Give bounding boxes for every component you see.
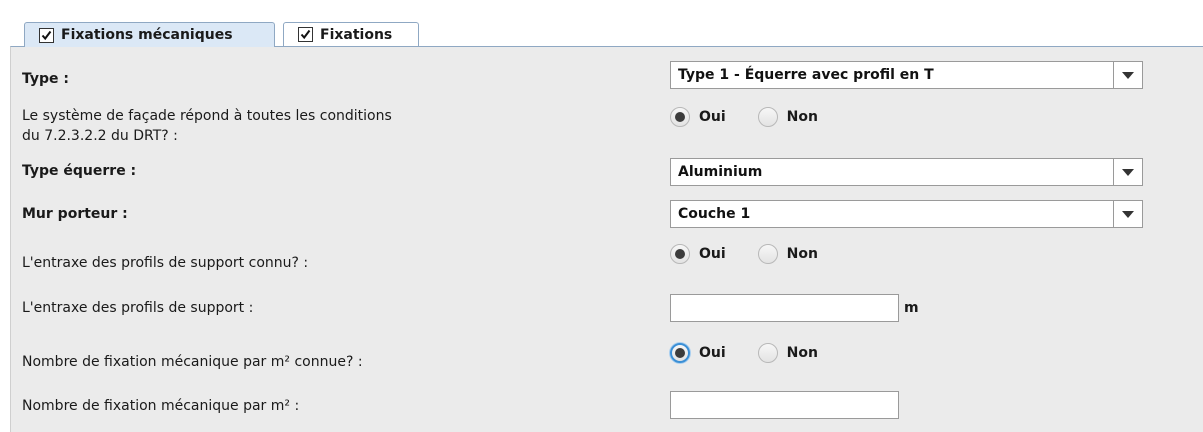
radio-selected-icon[interactable] [670, 244, 690, 264]
nb-fixation-connue-radio-non[interactable]: Non [757, 343, 818, 363]
radio-unselected-icon[interactable] [757, 343, 778, 363]
nb-fixation-label: Nombre de fixation mécanique par m² : [22, 398, 300, 414]
radio-selected-icon[interactable] [670, 343, 690, 363]
radio-label: Oui [699, 345, 726, 361]
conditions-label-line1: Le système de façade répond à toutes les… [22, 108, 392, 124]
radio-label: Non [786, 109, 818, 125]
conditions-radio-non[interactable]: Non [757, 107, 818, 127]
radio-label: Oui [699, 246, 726, 262]
nb-fixation-connue-label: Nombre de fixation mécanique par m² conn… [22, 354, 363, 370]
entraxe-input[interactable] [670, 294, 899, 322]
type-equerre-label: Type équerre : [22, 163, 137, 179]
mur-porteur-label: Mur porteur : [22, 206, 128, 222]
tab-label: Fixations mécaniques [61, 27, 233, 43]
tab-checkbox-icon[interactable] [39, 27, 54, 43]
nb-fixation-connue-radio-oui[interactable]: Oui [670, 343, 726, 363]
entraxe-connu-radio-oui[interactable]: Oui [670, 244, 726, 264]
type-select-value: Type 1 - Équerre avec profil en T [678, 67, 934, 83]
tab-fixations-mecaniques[interactable]: Fixations mécaniques [24, 22, 275, 47]
radio-label: Non [786, 246, 818, 262]
radio-unselected-icon[interactable] [757, 107, 778, 127]
entraxe-connu-label: L'entraxe des profils de support connu? … [22, 255, 309, 271]
tab-fixations[interactable]: Fixations [283, 22, 419, 46]
radio-label: Non [786, 345, 818, 361]
mur-porteur-value: Couche 1 [678, 206, 751, 222]
form-panel [10, 46, 1203, 432]
tab-checkbox-icon[interactable] [298, 27, 313, 42]
type-label: Type : [22, 71, 70, 87]
nb-fixation-connue-radio-group: Oui Non [670, 343, 850, 363]
type-equerre-select[interactable]: Aluminium [670, 158, 1143, 186]
type-select[interactable]: Type 1 - Équerre avec profil en T [670, 61, 1143, 89]
entraxe-connu-radio-non[interactable]: Non [757, 244, 818, 264]
radio-unselected-icon[interactable] [757, 244, 778, 264]
chevron-down-icon[interactable] [1113, 159, 1142, 185]
nb-fixation-input[interactable] [670, 391, 899, 419]
mur-porteur-select[interactable]: Couche 1 [670, 200, 1143, 228]
chevron-down-icon[interactable] [1113, 201, 1142, 227]
entraxe-connu-radio-group: Oui Non [670, 244, 850, 264]
tab-bar: Fixations mécaniques Fixations [0, 0, 1203, 47]
tab-label: Fixations [320, 26, 393, 43]
conditions-radio-group: Oui Non [670, 107, 850, 127]
radio-selected-icon[interactable] [670, 107, 690, 127]
entraxe-label: L'entraxe des profils de support : [22, 300, 254, 316]
chevron-down-icon[interactable] [1113, 62, 1142, 88]
conditions-label-line2: du 7.2.3.2.2 du DRT? : [22, 128, 178, 144]
type-equerre-value: Aluminium [678, 164, 763, 180]
entraxe-unit: m [904, 300, 919, 316]
radio-label: Oui [699, 109, 726, 125]
conditions-radio-oui[interactable]: Oui [670, 107, 726, 127]
